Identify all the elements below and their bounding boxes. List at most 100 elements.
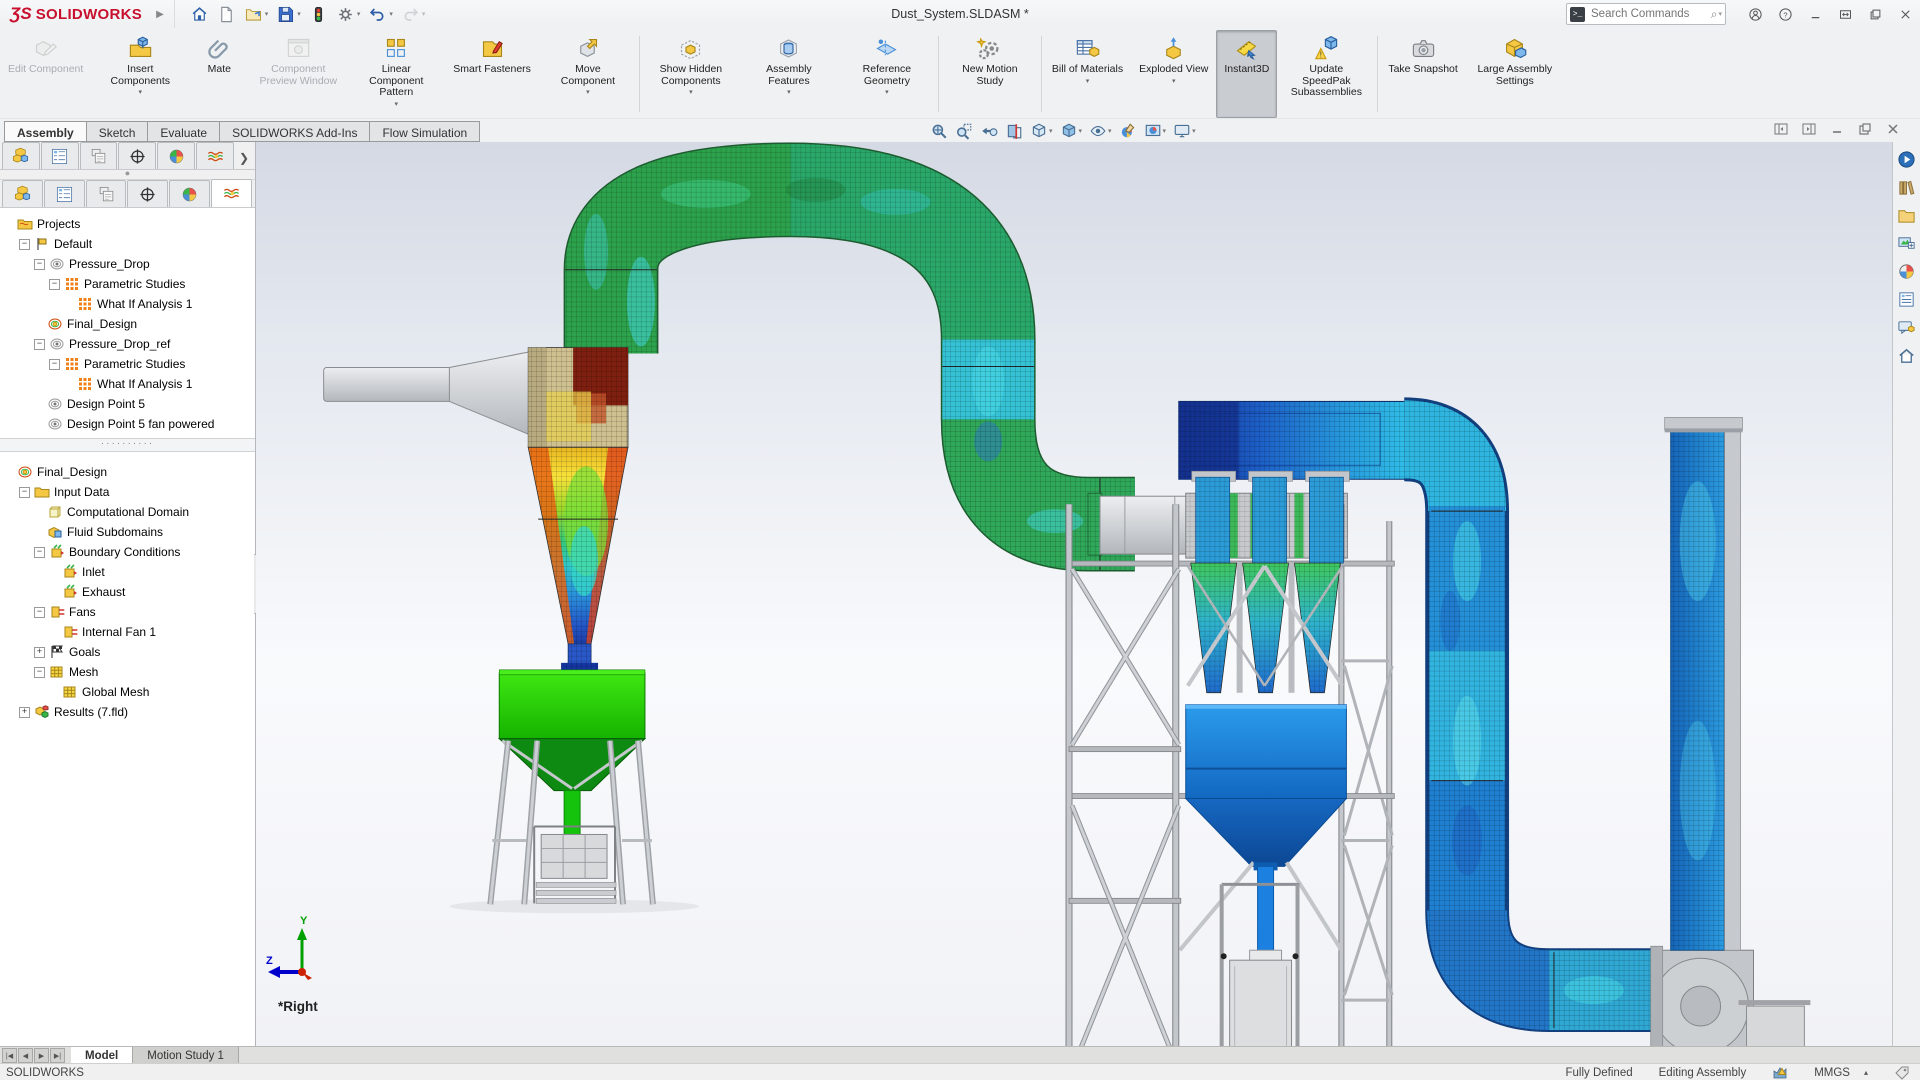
units-dropdown-icon[interactable]: ▴ [1864,1068,1868,1077]
tree-item[interactable]: Design Point 5 [0,394,255,414]
model-canvas[interactable] [256,142,1892,1046]
dropdown-caret-icon[interactable]: ▾ [389,10,393,18]
tree-item[interactable]: Fluid Subdomains [0,522,255,542]
viewport-restore-button[interactable] [1856,120,1874,138]
dropdown-caret-icon[interactable]: ▾ [1108,127,1112,135]
fm-tab-configuration-manager[interactable] [80,142,118,169]
fm-tab-dimxpert-manager[interactable] [118,142,156,169]
dropdown-caret-icon[interactable]: ▾ [422,10,426,18]
search-dropdown-icon[interactable]: ▾ [1718,10,1722,18]
dropdown-caret-icon[interactable]: ▾ [689,88,693,96]
tree-item[interactable]: −Pressure_Drop_ref [0,334,255,354]
design-library-button[interactable] [1895,174,1919,200]
tree-splitter[interactable]: ·········· [0,438,255,452]
tree-item[interactable]: What If Analysis 1 [0,294,255,314]
ribbon-button-bill-of-materials[interactable]: Bill of Materials▾ [1044,30,1131,118]
solidworks-forum-button[interactable] [1895,314,1919,340]
viewport-minimize-button[interactable] [1828,120,1846,138]
doc-tab-model[interactable]: Model [71,1047,133,1064]
fm-tab-dimxpert-manager[interactable] [127,180,168,207]
fm-tab-display-manager[interactable] [157,142,195,169]
graphics-area[interactable]: Y Z *Right [256,142,1892,1046]
close-button[interactable] [1890,1,1920,27]
tree-expander-icon[interactable]: − [34,547,45,558]
doc-nav-last-icon[interactable]: ▶| [50,1048,65,1063]
tree-item[interactable]: Computational Domain [0,502,255,522]
save-button[interactable]: ▾ [273,3,304,26]
fm-tab-flow-simulation-manager[interactable] [211,179,252,207]
new-document-button[interactable] [214,3,239,26]
tree-item[interactable]: +Results (7.fld) [0,702,255,722]
ribbon-button-exploded-view[interactable]: Exploded View▾ [1131,30,1216,118]
tree-item[interactable]: −Pressure_Drop [0,254,255,274]
ribbon-button-take-snapshot[interactable]: Take Snapshot [1380,30,1465,118]
dropdown-caret-icon[interactable]: ▾ [1086,77,1090,85]
tree-item[interactable]: What If Analysis 1 [0,374,255,394]
redo-button[interactable]: ▾ [398,3,429,26]
tree-item[interactable]: +Goals [0,642,255,662]
tree-item[interactable]: Inlet [0,562,255,582]
fm-tab-property-manager[interactable] [41,142,79,169]
dropdown-caret-icon[interactable]: ▾ [357,10,361,18]
tree-item[interactable]: Exhaust [0,582,255,602]
tree-item[interactable]: −Boundary Conditions [0,542,255,562]
tab-flow-simulation[interactable]: Flow Simulation [369,121,480,142]
ribbon-button-large-assembly-settings[interactable]: Large Assembly Settings [1466,30,1564,118]
ribbon-button-reference-geometry[interactable]: Reference Geometry▾ [838,30,936,118]
tree-item[interactable]: −Input Data [0,482,255,502]
doc-nav-prev-icon[interactable]: ◀ [18,1048,33,1063]
dropdown-caret-icon[interactable]: ▾ [139,88,143,96]
tree-item[interactable]: Internal Fan 1 [0,622,255,642]
panel-expand-icon[interactable]: ❯ [235,151,253,169]
ribbon-button-smart-fasteners[interactable]: Smart Fasteners [445,30,539,118]
tree-item[interactable]: −Parametric Studies [0,274,255,294]
unit-system-selector[interactable]: MMGS ▴ [1814,1067,1868,1079]
dropdown-caret-icon[interactable]: ▾ [1192,127,1196,135]
tree-expander-icon[interactable]: − [34,339,45,350]
home-taskpane-button[interactable] [1895,342,1919,368]
dropdown-caret-icon[interactable]: ▾ [1163,127,1167,135]
tree-item[interactable]: Design Point 5 fan powered [0,414,255,434]
dropdown-caret-icon[interactable]: ▾ [395,100,399,108]
fm-tab-flow-simulation-manager[interactable] [196,142,234,169]
display-style-button[interactable]: ▾ [1058,120,1085,142]
hide-show-items-button[interactable]: ▾ [1087,120,1114,142]
dropdown-caret-icon[interactable]: ▾ [265,10,269,18]
tab-evaluate[interactable]: Evaluate [147,121,219,142]
tree-item[interactable]: −Parametric Studies [0,354,255,374]
fm-tab-assembly-manager[interactable] [2,142,40,169]
home-button[interactable] [187,3,212,26]
ribbon-button-linear-component-pattern[interactable]: Linear Component Pattern▾ [347,30,445,118]
publish-traffic-light-button[interactable] [306,3,331,26]
dropdown-caret-icon[interactable]: ▾ [1172,77,1176,85]
file-explorer-button[interactable] [1895,202,1919,228]
tree-item[interactable]: Final_Design [0,314,255,334]
tree-item[interactable]: Global Mesh [0,682,255,702]
previous-view-button[interactable] [978,120,1000,142]
tree-item[interactable]: Projects [0,214,255,234]
search-input[interactable] [1589,7,1710,21]
open-button[interactable]: ▾ [241,3,272,26]
dropdown-caret-icon[interactable]: ▾ [885,88,889,96]
options-gear-button[interactable]: ▾ [333,3,364,26]
tree-expander-icon[interactable]: − [34,607,45,618]
tree-item[interactable]: −Mesh [0,662,255,682]
tree-expander-icon[interactable]: + [19,707,30,718]
custom-properties-button[interactable] [1895,286,1919,312]
dropdown-caret-icon[interactable]: ▾ [586,88,590,96]
tree-expander-icon[interactable]: − [49,359,60,370]
doc-nav-next-icon[interactable]: ▶ [34,1048,49,1063]
doc-tab-motion-study-1[interactable]: Motion Study 1 [133,1047,239,1064]
view-palette-button[interactable] [1895,230,1919,256]
ribbon-button-move-component[interactable]: Move Component▾ [539,30,637,118]
user-button[interactable] [1740,1,1770,27]
minimize-button[interactable] [1800,1,1830,27]
tab-sketch[interactable]: Sketch [86,121,148,142]
doc-nav-first-icon[interactable]: |◀ [2,1048,17,1063]
appearances-scenes-button[interactable] [1895,258,1919,284]
dropdown-caret-icon[interactable]: ▾ [297,10,301,18]
ribbon-button-new-motion-study[interactable]: New Motion Study [941,30,1039,118]
ribbon-button-mate[interactable]: Mate [189,30,249,118]
tree-item[interactable]: Final_Design [0,462,255,482]
tab-solidworks-add-ins[interactable]: SOLIDWORKS Add-Ins [219,121,369,142]
